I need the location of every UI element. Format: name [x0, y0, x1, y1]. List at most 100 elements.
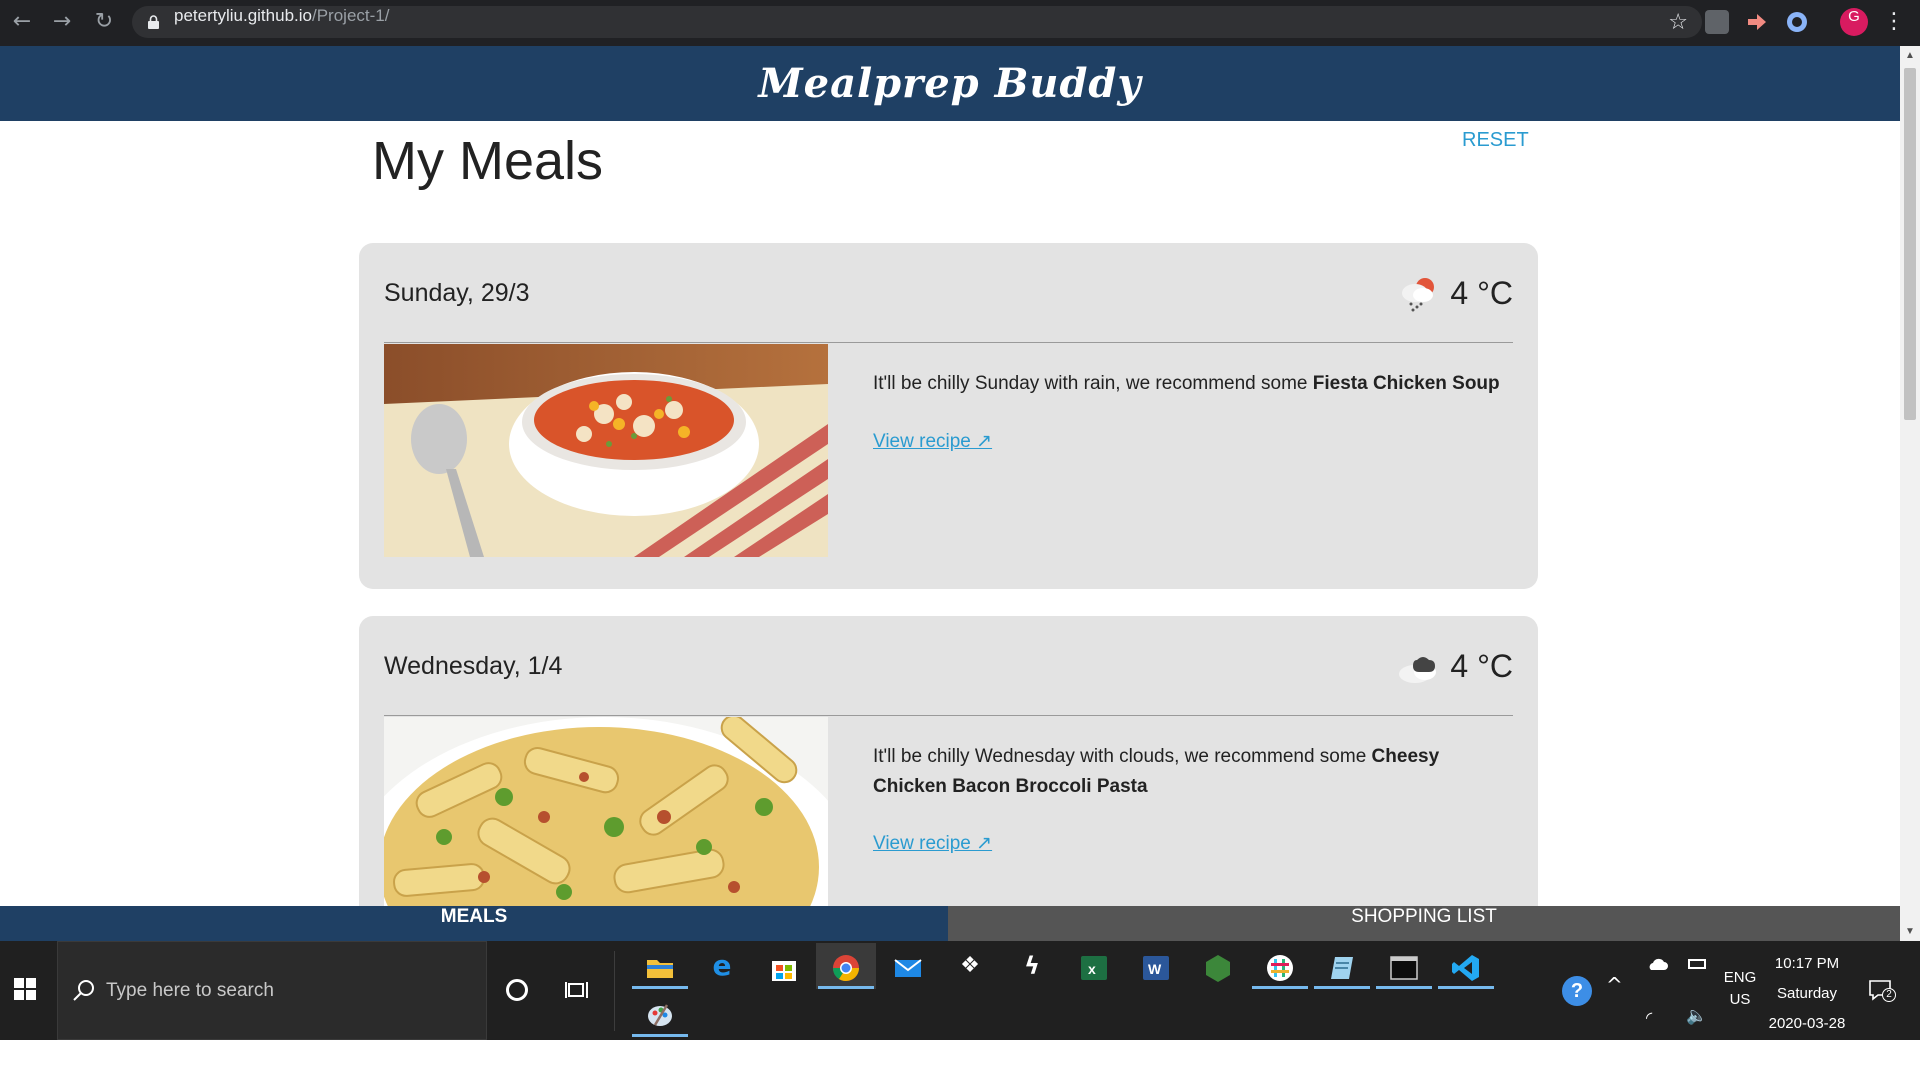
tab-meals[interactable]: MEALS	[0, 906, 948, 941]
meal-day: Wednesday, 1/4	[384, 652, 563, 680]
meal-recommendation: It'll be chilly Sunday with rain, we rec…	[873, 373, 1500, 394]
page-title: My Meals	[372, 131, 604, 191]
node-app[interactable]	[1188, 943, 1248, 989]
menu-kebab-icon[interactable]: ⋮	[1882, 10, 1906, 34]
wifi-icon[interactable]: ◜	[1646, 1008, 1652, 1027]
page-scrollbar[interactable]: ▲ ▼	[1900, 46, 1920, 941]
terminal-icon	[1390, 956, 1418, 980]
onedrive-icon[interactable]	[1646, 957, 1668, 971]
svg-text:W: W	[1148, 961, 1162, 977]
view-recipe-link[interactable]: View recipe ↗	[873, 832, 992, 855]
taskbar-separator	[614, 951, 615, 1031]
meal-card: Sunday, 29/3 4 °C It'll be chilly Sunday…	[359, 243, 1538, 589]
windows-taskbar: Type here to search e ❖ ϟ x W ? ^ ◜ 🔈 EN…	[0, 941, 1920, 1040]
lightning-icon: ϟ	[1024, 952, 1040, 980]
view-recipe-link[interactable]: View recipe ↗	[873, 430, 992, 453]
notification-wrapper: 2	[1868, 978, 1896, 1002]
vscode-icon	[1452, 955, 1479, 981]
dish-name: Fiesta Chicken Soup	[1312, 373, 1500, 394]
layout-code: US	[1729, 991, 1751, 1008]
dropbox-app[interactable]: ❖	[940, 943, 1000, 989]
tab-shopping-list[interactable]: SHOPPING LIST	[948, 906, 1900, 941]
vscode-app[interactable]	[1436, 943, 1496, 989]
system-clock[interactable]: 10:17 PM Saturday 2020-03-28	[1760, 949, 1854, 1039]
cortana-icon[interactable]	[506, 979, 528, 1001]
notepad-app[interactable]	[1312, 943, 1372, 989]
store-app[interactable]	[754, 943, 814, 989]
lock-icon	[148, 15, 159, 29]
meal-photo	[384, 344, 828, 557]
clock-time: 10:17 PM	[1774, 955, 1840, 972]
mail-icon	[894, 959, 922, 977]
folder-icon	[647, 960, 673, 978]
input-language[interactable]: ENG US	[1720, 967, 1760, 1011]
chrome-app[interactable]	[816, 943, 876, 989]
lightning-app[interactable]: ϟ	[1002, 943, 1062, 989]
svg-text:x: x	[1088, 961, 1096, 977]
search-icon	[73, 980, 94, 1001]
search-placeholder: Type here to search	[106, 980, 274, 1001]
mail-app[interactable]	[878, 943, 938, 989]
clock-weekday: Saturday	[1776, 985, 1838, 1002]
task-view-icon[interactable]	[565, 978, 589, 1002]
chrome-icon	[832, 955, 860, 982]
volume-icon[interactable]: 🔈	[1686, 1006, 1707, 1026]
card-divider	[384, 342, 1513, 343]
scrollbar-thumb[interactable]	[1904, 68, 1916, 420]
clouds-icon	[1399, 657, 1436, 683]
screen-bottom-area	[0, 1040, 1920, 1080]
bottom-tab-bar: MEALS SHOPPING LIST	[0, 906, 1900, 941]
scroll-up-icon[interactable]: ▲	[1900, 50, 1920, 61]
page-viewport: Mealprep Buddy My Meals RESET Sunday, 29…	[0, 46, 1900, 941]
bookmark-star-icon[interactable]: ☆	[1668, 10, 1688, 35]
language-code: ENG	[1723, 969, 1757, 986]
word-app[interactable]: W	[1126, 943, 1186, 989]
url-text: petertyliu.github.io/Project-1/	[174, 6, 390, 25]
paint-icon	[648, 1004, 672, 1026]
notification-count-badge: 2	[1882, 988, 1896, 1002]
meal-day: Sunday, 29/3	[384, 279, 530, 307]
slack-app[interactable]	[1250, 943, 1310, 989]
show-hidden-icons-icon[interactable]: ^	[1606, 973, 1623, 997]
reload-icon[interactable]: ↻	[92, 10, 116, 34]
slack-icon	[1267, 955, 1293, 981]
weather-info: 4 °C	[1353, 646, 1513, 686]
temperature: 4 °C	[1450, 648, 1513, 684]
app-logo[interactable]: Mealprep Buddy	[758, 60, 1141, 107]
extension-circle-icon[interactable]	[1785, 10, 1809, 34]
excel-app[interactable]: x	[1064, 943, 1124, 989]
browser-toolbar: ← → ↻ petertyliu.github.io/Project-1/ ☆ …	[0, 0, 1920, 46]
word-icon: W	[1143, 956, 1169, 980]
profile-avatar[interactable]: G	[1840, 8, 1868, 36]
taskbar-search-box[interactable]: Type here to search	[57, 941, 487, 1040]
forward-icon[interactable]: →	[50, 10, 74, 34]
rain-icon	[1402, 278, 1434, 312]
reset-button[interactable]: RESET	[1462, 129, 1529, 152]
hexagon-icon	[1206, 955, 1230, 982]
scroll-down-icon[interactable]: ▼	[1900, 926, 1920, 937]
help-tray-icon[interactable]: ?	[1562, 976, 1592, 1006]
notepad-icon	[1331, 957, 1353, 979]
extension-help-icon[interactable]	[1705, 10, 1729, 34]
edge-app[interactable]: e	[692, 943, 752, 989]
battery-icon[interactable]	[1688, 959, 1706, 969]
paint-app[interactable]	[630, 991, 690, 1037]
edge-icon: e	[712, 949, 732, 982]
clock-date: 2020-03-28	[1768, 1015, 1846, 1032]
back-icon[interactable]: ←	[10, 10, 34, 34]
windows-start-icon[interactable]	[14, 978, 36, 1000]
meal-photo	[384, 717, 828, 930]
terminal-app[interactable]	[1374, 943, 1434, 989]
card-divider	[384, 715, 1513, 716]
temperature: 4 °C	[1450, 275, 1513, 311]
app-header: Mealprep Buddy	[0, 46, 1900, 121]
file-explorer-app[interactable]	[630, 943, 690, 989]
dropbox-icon: ❖	[960, 953, 980, 978]
excel-icon: x	[1081, 956, 1107, 980]
weather-info: 4 °C	[1353, 273, 1513, 313]
address-bar[interactable]: petertyliu.github.io/Project-1/ ☆	[132, 6, 1702, 38]
store-icon	[772, 961, 796, 981]
meal-card: Wednesday, 1/4 4 °C It'll be chilly Wedn…	[359, 616, 1538, 941]
extension-arrow-icon[interactable]	[1745, 10, 1769, 34]
meal-recommendation: It'll be chilly Wednesday with clouds, w…	[873, 746, 1440, 797]
